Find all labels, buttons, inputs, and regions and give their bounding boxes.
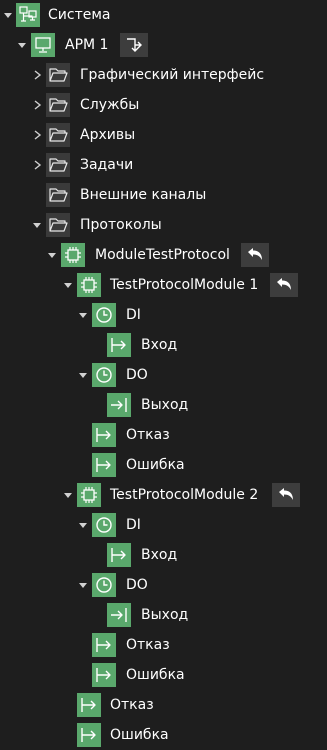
branch-action-button[interactable] xyxy=(120,33,148,57)
tree-node-input-1[interactable]: Вход xyxy=(0,330,327,360)
signal-in-icon xyxy=(107,543,131,567)
signal-out-icon xyxy=(107,603,131,627)
node-label: ModuleTestProtocol xyxy=(95,247,230,263)
signal-in-icon xyxy=(77,693,101,717)
node-label: TestProtocolModule 1 xyxy=(110,277,259,293)
folder-icon xyxy=(46,153,70,177)
tree-node-module-test-protocol[interactable]: ModuleTestProtocol xyxy=(0,240,327,270)
node-label: Ошибка xyxy=(126,457,185,473)
tree-node-tasks[interactable]: Задачи xyxy=(0,150,327,180)
tree-node-input-2[interactable]: Вход xyxy=(0,540,327,570)
node-label: Отказ xyxy=(110,697,154,713)
signal-in-icon xyxy=(107,333,131,357)
node-label: Архивы xyxy=(80,127,136,143)
expand-arrow-icon[interactable] xyxy=(15,30,29,60)
tree-node-do-1[interactable]: DO xyxy=(0,360,327,390)
computer-icon xyxy=(31,33,55,57)
tree-node-system[interactable]: Система xyxy=(0,0,327,30)
computers-icon xyxy=(16,3,40,27)
clock-icon xyxy=(92,573,116,597)
collapsed-arrow-icon[interactable] xyxy=(30,120,44,150)
folder-icon xyxy=(46,123,70,147)
tree-node-archives[interactable]: Архивы xyxy=(0,120,327,150)
tree-node-output-1[interactable]: Выход xyxy=(0,390,327,420)
node-label: Ошибка xyxy=(126,667,185,683)
tree-node-failure-2[interactable]: Отказ xyxy=(0,630,327,660)
expand-arrow-icon[interactable] xyxy=(30,210,44,240)
tree-node-services[interactable]: Службы xyxy=(0,90,327,120)
expand-arrow-icon[interactable] xyxy=(1,0,15,30)
undo-button[interactable] xyxy=(270,273,298,297)
clock-icon xyxy=(92,303,116,327)
node-label: Система xyxy=(48,7,111,23)
tree-node-module-2[interactable]: TestProtocolModule 2 xyxy=(0,480,327,510)
node-label: Отказ xyxy=(126,427,170,443)
expand-arrow-icon[interactable] xyxy=(76,510,90,540)
collapsed-arrow-icon[interactable] xyxy=(30,150,44,180)
node-label: Службы xyxy=(80,97,140,113)
node-label: DO xyxy=(126,577,148,593)
tree-node-error[interactable]: Ошибка xyxy=(0,720,327,750)
folder-icon xyxy=(46,63,70,87)
node-label: АРМ 1 xyxy=(65,37,109,53)
expand-arrow-icon[interactable] xyxy=(76,570,90,600)
protocol-icon xyxy=(61,243,85,267)
node-label: DO xyxy=(126,367,148,383)
node-label: Выход xyxy=(141,397,189,413)
folder-icon xyxy=(46,183,70,207)
node-label: Отказ xyxy=(126,637,170,653)
expand-arrow-icon[interactable] xyxy=(61,480,75,510)
tree-node-failure-1[interactable]: Отказ xyxy=(0,420,327,450)
signal-in-icon xyxy=(92,453,116,477)
tree-node-gui[interactable]: Графический интерфейс xyxy=(0,60,327,90)
module-icon xyxy=(77,483,101,507)
tree-node-di-2[interactable]: DI xyxy=(0,510,327,540)
clock-icon xyxy=(92,513,116,537)
node-label: Ошибка xyxy=(110,727,169,743)
node-label: Протоколы xyxy=(80,217,162,233)
signal-in-icon xyxy=(92,663,116,687)
folder-icon xyxy=(46,93,70,117)
tree-node-external[interactable]: Внешние каналы xyxy=(0,180,327,210)
expand-arrow-icon[interactable] xyxy=(45,240,59,270)
signal-out-icon xyxy=(107,393,131,417)
signal-in-icon xyxy=(77,723,101,747)
node-label: Графический интерфейс xyxy=(80,67,265,83)
module-icon xyxy=(77,273,101,297)
tree-node-module-1[interactable]: TestProtocolModule 1 xyxy=(0,270,327,300)
node-label: Вход xyxy=(141,547,178,563)
tree-node-output-2[interactable]: Выход xyxy=(0,600,327,630)
undo-button[interactable] xyxy=(272,483,300,507)
collapsed-arrow-icon[interactable] xyxy=(30,60,44,90)
node-label: Выход xyxy=(141,607,189,623)
clock-icon xyxy=(92,363,116,387)
undo-button[interactable] xyxy=(241,243,269,267)
node-label: Вход xyxy=(141,337,178,353)
tree-node-arm[interactable]: АРМ 1 xyxy=(0,30,327,60)
signal-in-icon xyxy=(92,633,116,657)
node-label: Задачи xyxy=(80,157,134,173)
collapsed-arrow-icon[interactable] xyxy=(30,90,44,120)
node-label: Внешние каналы xyxy=(80,187,207,203)
tree-node-protocols[interactable]: Протоколы xyxy=(0,210,327,240)
expand-arrow-icon[interactable] xyxy=(61,270,75,300)
node-label: DI xyxy=(126,307,141,323)
signal-in-icon xyxy=(92,423,116,447)
tree-node-do-2[interactable]: DO xyxy=(0,570,327,600)
node-label: TestProtocolModule 2 xyxy=(110,487,259,503)
tree-node-error-2[interactable]: Ошибка xyxy=(0,660,327,690)
expand-arrow-icon[interactable] xyxy=(76,360,90,390)
tree-node-error-1[interactable]: Ошибка xyxy=(0,450,327,480)
tree-node-failure[interactable]: Отказ xyxy=(0,690,327,720)
node-label: DI xyxy=(126,517,141,533)
tree-node-di-1[interactable]: DI xyxy=(0,300,327,330)
folder-icon xyxy=(46,213,70,237)
expand-arrow-icon[interactable] xyxy=(76,300,90,330)
